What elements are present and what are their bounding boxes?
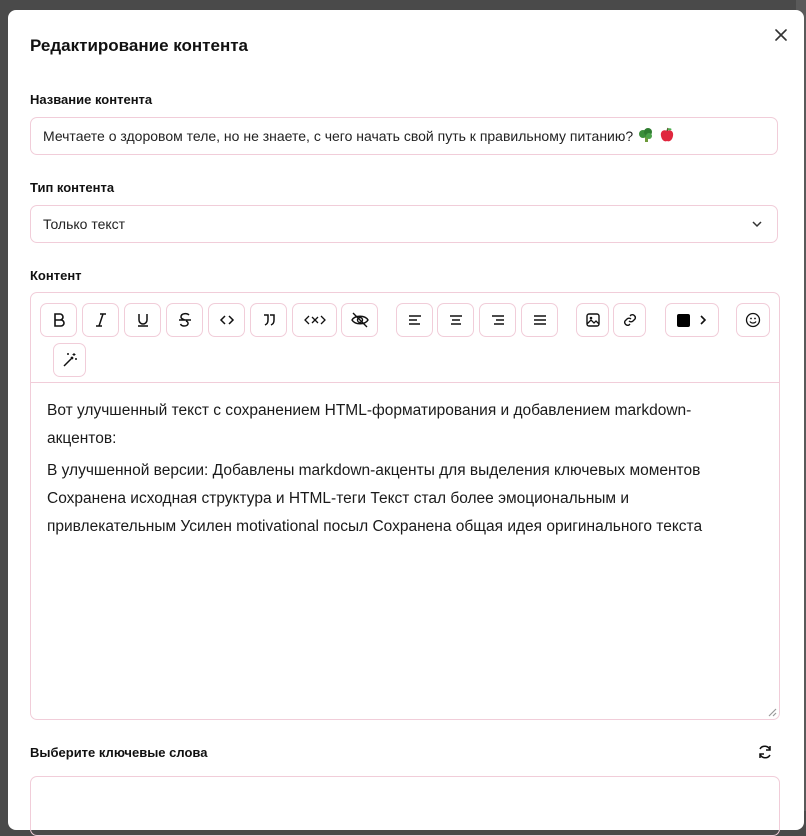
underline-icon: [137, 314, 148, 327]
align-justify-icon: [533, 315, 546, 325]
editor-content[interactable]: Вот улучшенный текст с сохранением HTML-…: [47, 397, 747, 541]
image-icon: [585, 313, 600, 327]
edit-content-modal: Редактирование контента Название контент…: [8, 10, 804, 836]
apple-emoji: [659, 127, 675, 146]
align-justify-button[interactable]: [521, 303, 558, 337]
emoji-icon: [745, 312, 761, 328]
insert-link-button[interactable]: [613, 303, 646, 337]
content-type-select[interactable]: Только текст: [30, 205, 778, 243]
resize-handle-icon[interactable]: [767, 707, 777, 717]
hide-icon: [350, 312, 369, 328]
bold-button[interactable]: [40, 303, 77, 337]
chevron-right-icon: [699, 315, 706, 325]
quote-button[interactable]: [250, 303, 287, 337]
code-block-icon: [303, 315, 326, 325]
broccoli-emoji: [638, 127, 654, 146]
rich-text-editor[interactable]: Вот улучшенный текст с сохранением HTML-…: [30, 292, 780, 720]
italic-icon: [95, 313, 106, 327]
close-icon: [775, 29, 787, 41]
underline-button[interactable]: [124, 303, 161, 337]
hide-button[interactable]: [341, 303, 378, 337]
align-center-button[interactable]: [437, 303, 474, 337]
emoji-button[interactable]: [736, 303, 770, 337]
close-button[interactable]: [772, 26, 790, 44]
refresh-button[interactable]: [755, 742, 775, 762]
paragraph: В улучшенной версии: Добавлены markdown-…: [47, 462, 703, 535]
text-color-button[interactable]: [665, 303, 719, 337]
color-swatch: [676, 313, 690, 327]
align-right-button[interactable]: [479, 303, 516, 337]
content-label: Контент: [30, 268, 82, 283]
magic-wand-button[interactable]: [53, 343, 86, 377]
content-name-value: Мечтаете о здоровом теле, но не знаете, …: [43, 128, 634, 144]
align-left-button[interactable]: [396, 303, 433, 337]
strikethrough-button[interactable]: [166, 303, 203, 337]
align-center-icon: [449, 315, 462, 325]
content-type-value: Только текст: [43, 216, 126, 232]
keywords-select[interactable]: [30, 776, 780, 836]
content-type-label: Тип контента: [30, 180, 115, 195]
keywords-label: Выберите ключевые слова: [30, 745, 208, 760]
chevron-down-icon: [752, 221, 762, 228]
code-icon: [219, 315, 234, 325]
insert-image-button[interactable]: [576, 303, 609, 337]
content-name-label: Название контента: [30, 92, 153, 107]
strikethrough-icon: [178, 312, 191, 327]
quote-icon: [263, 314, 275, 326]
content-name-input[interactable]: Мечтаете о здоровом теле, но не знаете, …: [30, 117, 778, 155]
italic-button[interactable]: [82, 303, 119, 337]
align-left-icon: [408, 315, 421, 325]
modal-title: Редактирование контента: [30, 36, 249, 55]
link-icon: [623, 314, 636, 326]
code-block-button[interactable]: [292, 303, 337, 337]
code-button[interactable]: [208, 303, 245, 337]
editor-toolbar: [31, 293, 779, 383]
paragraph: Вот улучшенный текст с сохранением HTML-…: [47, 402, 692, 447]
magic-wand-icon: [62, 353, 77, 367]
bold-icon: [53, 313, 65, 327]
align-right-icon: [491, 315, 504, 325]
refresh-icon: [759, 745, 771, 759]
